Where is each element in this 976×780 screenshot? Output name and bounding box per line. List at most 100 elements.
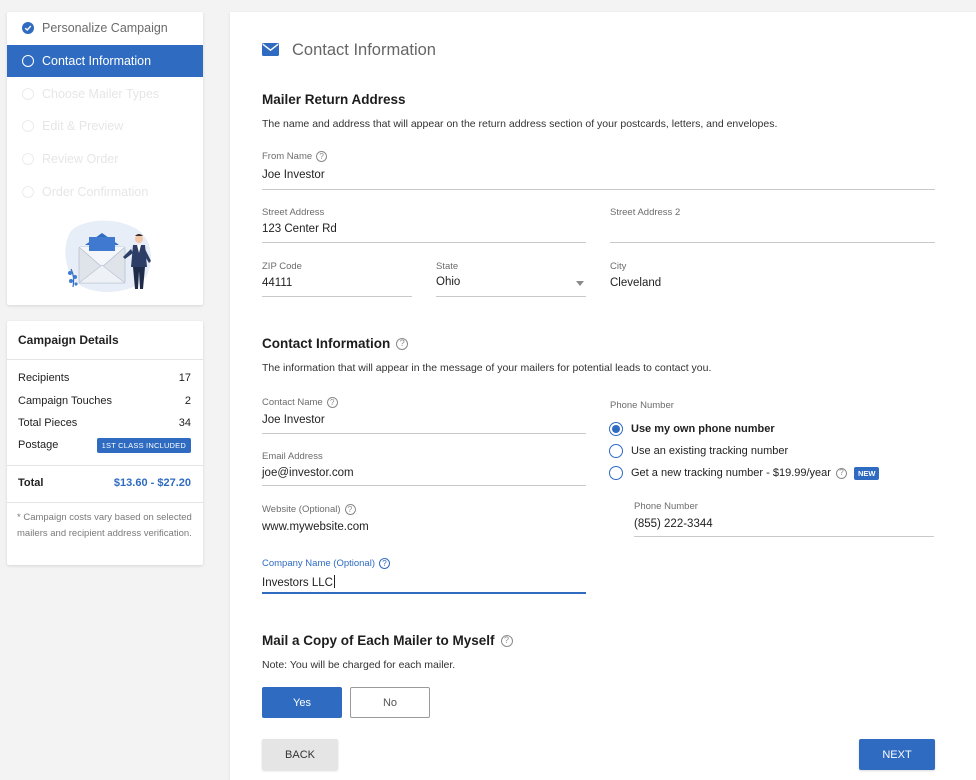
contact-name-label: Contact Name ? xyxy=(262,397,338,408)
from-name-underline xyxy=(262,189,935,190)
help-icon[interactable]: ? xyxy=(326,397,338,408)
chevron-down-icon[interactable] xyxy=(576,281,584,286)
divider xyxy=(7,359,203,360)
state-value: Ohio xyxy=(436,276,461,288)
street-label: Street Address xyxy=(262,207,325,218)
state-label: State xyxy=(436,261,459,272)
campaign-details-title: Campaign Details xyxy=(18,333,119,347)
radio-label: Get a new tracking number - $19.99/year xyxy=(631,467,831,479)
recipients-row: Recipients 17 xyxy=(18,370,191,386)
step-review-order: Review Order xyxy=(7,143,203,175)
street2-underline xyxy=(610,242,935,243)
circle-icon xyxy=(22,55,34,67)
recipients-value: 17 xyxy=(178,372,191,384)
touches-row: Campaign Touches 2 xyxy=(18,393,191,409)
contact-info-heading-text: Contact Information xyxy=(262,336,391,351)
radio-own-phone[interactable]: Use my own phone number xyxy=(609,422,775,436)
mail-copy-heading: Mail a Copy of Each Mailer to Myself ? xyxy=(262,633,513,648)
step-label: Order Confirmation xyxy=(42,185,149,199)
help-icon[interactable]: ? xyxy=(500,634,513,647)
zip-label: ZIP Code xyxy=(262,261,302,272)
return-address-description: The name and address that will appear on… xyxy=(262,118,778,130)
step-contact-information[interactable]: Contact Information xyxy=(7,45,203,77)
step-edit-preview: Edit & Preview xyxy=(7,110,203,142)
email-label: Email Address xyxy=(262,451,323,462)
help-icon[interactable]: ? xyxy=(344,504,356,515)
step-choose-mailer-types: Choose Mailer Types xyxy=(7,78,203,110)
help-icon[interactable]: ? xyxy=(379,558,390,569)
mail-copy-note: Note: You will be charged for each maile… xyxy=(262,659,456,671)
mail-copy-heading-text: Mail a Copy of Each Mailer to Myself xyxy=(262,633,495,648)
circle-icon xyxy=(22,186,34,198)
return-address-heading: Mailer Return Address xyxy=(262,92,406,107)
phone-underline xyxy=(634,536,934,537)
back-button[interactable]: BACK xyxy=(262,739,338,770)
divider xyxy=(7,502,203,503)
recipients-label: Recipients xyxy=(18,372,70,384)
postage-label: Postage xyxy=(18,439,59,451)
radio-label: Use an existing tracking number xyxy=(631,445,789,457)
contact-name-field[interactable]: Joe Investor xyxy=(262,414,586,426)
contact-info-heading: Contact Information ? xyxy=(262,336,409,351)
company-underline-focused xyxy=(262,592,586,594)
help-icon[interactable]: ? xyxy=(316,151,328,162)
step-label: Contact Information xyxy=(42,54,152,68)
touches-label: Campaign Touches xyxy=(18,395,112,407)
no-button[interactable]: No xyxy=(350,687,430,718)
step-label: Edit & Preview xyxy=(42,119,124,133)
new-badge: NEW xyxy=(853,466,880,480)
pieces-label: Total Pieces xyxy=(18,417,78,429)
yes-button[interactable]: Yes xyxy=(262,687,342,718)
step-label: Personalize Campaign xyxy=(42,21,168,35)
main-panel: Contact Information Mailer Return Addres… xyxy=(230,12,976,780)
circle-icon xyxy=(22,153,34,165)
radio-existing-tracking[interactable]: Use an existing tracking number xyxy=(609,444,788,458)
help-icon[interactable]: ? xyxy=(835,467,847,479)
from-name-label-text: From Name xyxy=(262,151,313,162)
envelope-icon xyxy=(262,43,279,56)
zip-underline xyxy=(262,296,412,297)
step-order-confirmation: Order Confirmation xyxy=(7,176,203,208)
company-value: Investors LLC xyxy=(262,577,333,589)
website-label: Website (Optional) ? xyxy=(262,504,356,515)
page-title: Contact Information xyxy=(292,41,436,59)
total-value: $13.60 - $27.20 xyxy=(113,477,191,489)
step-label: Review Order xyxy=(42,152,119,166)
total-row: Total $13.60 - $27.20 xyxy=(18,475,191,491)
contact-name-underline xyxy=(262,433,586,434)
from-name-field[interactable]: Joe Investor xyxy=(262,169,935,181)
circle-icon xyxy=(22,120,34,132)
step-label: Choose Mailer Types xyxy=(42,87,160,101)
help-icon[interactable]: ? xyxy=(396,337,409,350)
campaign-details-card: Campaign Details Recipients 17 Campaign … xyxy=(7,321,203,565)
pieces-row: Total Pieces 34 xyxy=(18,415,191,431)
city-label: City xyxy=(610,261,627,272)
divider xyxy=(7,465,203,466)
steps-card: Personalize Campaign Contact Information… xyxy=(7,12,203,305)
postage-badge: 1ST CLASS INCLUDED xyxy=(96,437,191,453)
state-underline xyxy=(436,296,586,297)
step-personalize-campaign[interactable]: Personalize Campaign xyxy=(7,12,203,44)
mailer-illustration xyxy=(65,220,151,293)
street-field[interactable]: 123 Center Rd xyxy=(262,223,586,235)
phone-field[interactable]: (855) 222-3344 xyxy=(634,518,934,530)
radio-new-tracking[interactable]: Get a new tracking number - $19.99/year … xyxy=(609,466,880,480)
contact-name-label-text: Contact Name xyxy=(262,397,323,408)
company-label-text: Company Name (Optional) xyxy=(262,558,375,569)
phone-label: Phone Number xyxy=(634,501,698,512)
street2-field[interactable] xyxy=(610,223,935,239)
phone-group-label: Phone Number xyxy=(610,400,674,411)
website-label-text: Website (Optional) xyxy=(262,504,341,515)
text-cursor xyxy=(333,575,335,588)
website-field[interactable]: www.mywebsite.com xyxy=(262,521,586,533)
zip-field[interactable]: 44111 xyxy=(262,277,412,289)
city-field[interactable]: Cleveland xyxy=(610,277,935,289)
check-icon xyxy=(22,22,34,34)
company-field[interactable]: Investors LLC xyxy=(262,575,586,589)
cost-note: * Campaign costs vary based on selected … xyxy=(17,512,192,539)
state-select[interactable]: Ohio xyxy=(436,276,586,288)
email-field[interactable]: joe@investor.com xyxy=(262,467,586,479)
next-button[interactable]: NEXT xyxy=(859,739,935,770)
company-label: Company Name (Optional) ? xyxy=(262,558,390,569)
total-label: Total xyxy=(18,477,44,489)
